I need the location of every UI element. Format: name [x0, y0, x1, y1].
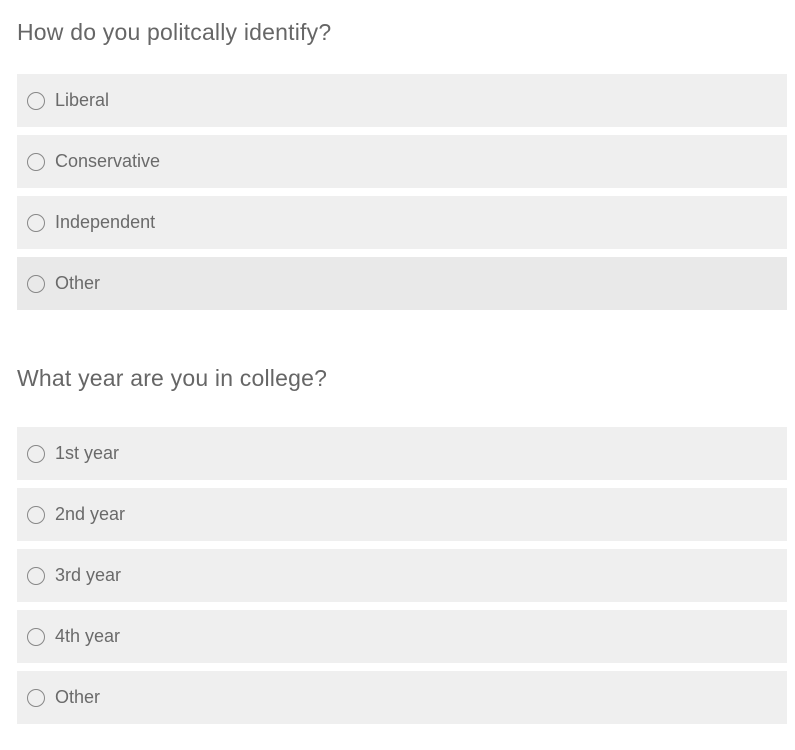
option-list: Liberal Conservative Independent Other [17, 74, 787, 310]
option-2nd-year[interactable]: 2nd year [17, 488, 787, 541]
option-label: Conservative [55, 151, 161, 171]
option-liberal[interactable]: Liberal [17, 74, 787, 127]
radio-unchecked-icon[interactable] [27, 213, 45, 232]
option-other-year[interactable]: Other [17, 671, 787, 724]
option-other[interactable]: Other [17, 257, 787, 310]
survey-form: How do you politcally identify? Liberal … [17, 0, 787, 724]
radio-unchecked-icon[interactable] [27, 152, 45, 171]
radio-unchecked-icon[interactable] [27, 274, 45, 293]
option-label: Other [55, 687, 101, 707]
radio-unchecked-icon[interactable] [27, 566, 45, 585]
option-label: 1st year [55, 443, 120, 463]
question-college-year: What year are you in college? 1st year 2… [17, 353, 787, 724]
option-label: 4th year [55, 626, 121, 646]
option-independent[interactable]: Independent [17, 196, 787, 249]
question-title: How do you politcally identify? [17, 19, 332, 45]
option-3rd-year[interactable]: 3rd year [17, 549, 787, 602]
option-4th-year[interactable]: 4th year [17, 610, 787, 663]
radio-unchecked-icon[interactable] [27, 627, 45, 646]
option-label: 3rd year [55, 565, 122, 585]
option-1st-year[interactable]: 1st year [17, 427, 787, 480]
radio-unchecked-icon[interactable] [27, 505, 45, 524]
radio-unchecked-icon[interactable] [27, 688, 45, 707]
option-label: Other [55, 273, 101, 293]
question-title: What year are you in college? [17, 365, 328, 391]
radio-unchecked-icon[interactable] [27, 91, 45, 110]
option-conservative[interactable]: Conservative [17, 135, 787, 188]
radio-unchecked-icon[interactable] [27, 444, 45, 463]
option-label: 2nd year [55, 504, 126, 524]
option-label: Liberal [55, 90, 110, 110]
option-list: 1st year 2nd year 3rd year 4th year Othe… [17, 427, 787, 724]
option-label: Independent [55, 212, 156, 232]
question-political-identity: How do you politcally identify? Liberal … [17, 0, 787, 310]
